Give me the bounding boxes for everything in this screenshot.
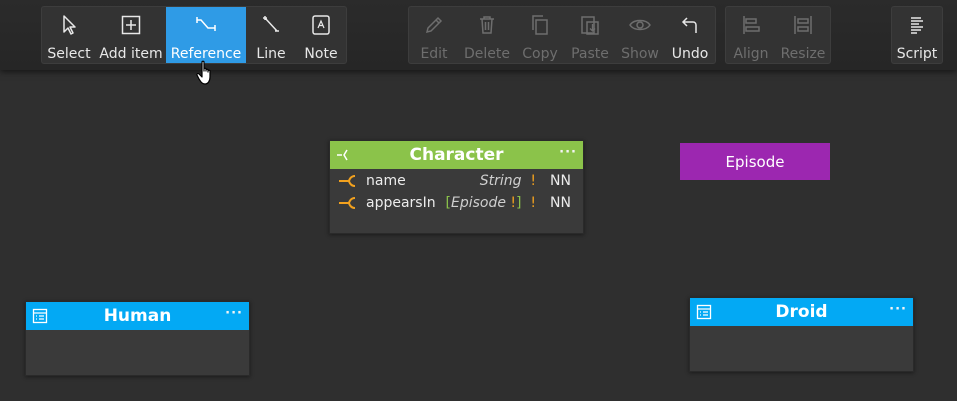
resize-button[interactable]: Resize bbox=[776, 7, 830, 63]
hand-cursor-icon bbox=[196, 60, 211, 85]
show-button[interactable]: Show bbox=[615, 7, 665, 63]
delete-icon bbox=[480, 16, 494, 34]
type-icon bbox=[696, 304, 712, 320]
resize-label: Resize bbox=[780, 46, 826, 62]
field-name-required-mark: ! bbox=[530, 173, 537, 189]
script-icon bbox=[911, 17, 923, 34]
field-name[interactable]: name String ! NN bbox=[338, 170, 571, 192]
field-appearsin[interactable]: appearsIn [Episode !] ! NN bbox=[338, 192, 571, 214]
note-label: Note bbox=[304, 46, 338, 62]
human-header[interactable]: Human ··· bbox=[26, 302, 249, 330]
character-menu-icon[interactable]: ··· bbox=[559, 145, 577, 160]
field-name-type: String ! bbox=[480, 173, 536, 189]
field-appearsin-bracket-close: ] bbox=[516, 195, 522, 211]
field-name-nn-flag: NN bbox=[550, 173, 571, 189]
droid-type-box[interactable]: Droid ··· bbox=[689, 297, 914, 372]
undo-icon bbox=[681, 17, 697, 33]
note-icon bbox=[312, 15, 330, 35]
copy-icon bbox=[532, 15, 548, 35]
episode-title: Episode bbox=[725, 152, 785, 171]
human-type-box[interactable]: Human ··· bbox=[25, 301, 250, 376]
edit-icon bbox=[425, 16, 443, 34]
undo-button[interactable]: Undo bbox=[665, 7, 715, 63]
toolbar: Select Add item Reference Line Note Edit… bbox=[0, 0, 957, 70]
copy-label: Copy bbox=[522, 46, 558, 62]
field-reference-icon bbox=[339, 197, 356, 209]
delete-button[interactable]: Delete bbox=[459, 7, 515, 63]
show-icon bbox=[629, 19, 651, 31]
script-button[interactable]: Script bbox=[892, 7, 942, 63]
paste-icon bbox=[581, 16, 599, 35]
droid-title: Droid bbox=[775, 302, 828, 322]
droid-header[interactable]: Droid ··· bbox=[690, 298, 913, 326]
align-icon bbox=[743, 16, 760, 34]
select-button[interactable]: Select bbox=[42, 7, 96, 63]
show-label: Show bbox=[621, 46, 659, 62]
align-button[interactable]: Align bbox=[726, 7, 776, 63]
field-appearsin-type: [Episode !] ! bbox=[446, 195, 537, 211]
field-name-label: name bbox=[366, 173, 406, 189]
toolbar-group-script: Script bbox=[891, 6, 943, 64]
field-appearsin-label: appearsIn bbox=[366, 195, 436, 211]
human-menu-icon[interactable]: ··· bbox=[225, 306, 243, 321]
interface-icon bbox=[337, 149, 348, 161]
edit-button[interactable]: Edit bbox=[409, 7, 459, 63]
add-item-label: Add item bbox=[99, 46, 163, 62]
resize-icon bbox=[794, 16, 812, 34]
toolbar-group-layout: Align Resize bbox=[725, 6, 831, 64]
field-name-type-value: String bbox=[479, 173, 522, 189]
add-item-icon bbox=[121, 15, 141, 35]
field-appearsin-required-mark: ! bbox=[530, 195, 537, 211]
paste-button[interactable]: Paste bbox=[565, 7, 615, 63]
delete-label: Delete bbox=[464, 46, 510, 62]
character-title: Character bbox=[409, 145, 504, 165]
line-label: Line bbox=[256, 46, 286, 62]
toolbar-group-edit: Edit Delete Copy Paste Show Undo bbox=[408, 6, 716, 64]
reference-icon bbox=[196, 17, 216, 31]
droid-menu-icon[interactable]: ··· bbox=[889, 302, 907, 317]
field-reference-icon bbox=[339, 175, 356, 187]
paste-label: Paste bbox=[571, 46, 609, 62]
line-icon bbox=[263, 16, 279, 32]
copy-button[interactable]: Copy bbox=[515, 7, 565, 63]
align-label: Align bbox=[733, 46, 769, 62]
script-label: Script bbox=[896, 46, 938, 62]
reference-button[interactable]: Reference bbox=[166, 7, 246, 63]
character-header[interactable]: Character ··· bbox=[330, 141, 583, 169]
line-button[interactable]: Line bbox=[246, 7, 296, 63]
episode-enum-box[interactable]: Episode bbox=[680, 143, 830, 180]
select-label: Select bbox=[47, 46, 91, 62]
note-button[interactable]: Note bbox=[296, 7, 346, 63]
undo-label: Undo bbox=[671, 46, 709, 62]
select-icon bbox=[63, 15, 76, 35]
toolbar-group-create: Select Add item Reference Line Note bbox=[41, 6, 347, 64]
add-item-button[interactable]: Add item bbox=[96, 7, 166, 63]
field-appearsin-nn-flag: NN bbox=[550, 195, 571, 211]
character-interface-box[interactable]: Character ··· name String ! NN appearsIn… bbox=[329, 140, 584, 234]
edit-label: Edit bbox=[420, 46, 448, 62]
human-title: Human bbox=[103, 306, 172, 326]
type-icon bbox=[32, 308, 48, 324]
field-appearsin-type-value: Episode bbox=[450, 195, 506, 211]
